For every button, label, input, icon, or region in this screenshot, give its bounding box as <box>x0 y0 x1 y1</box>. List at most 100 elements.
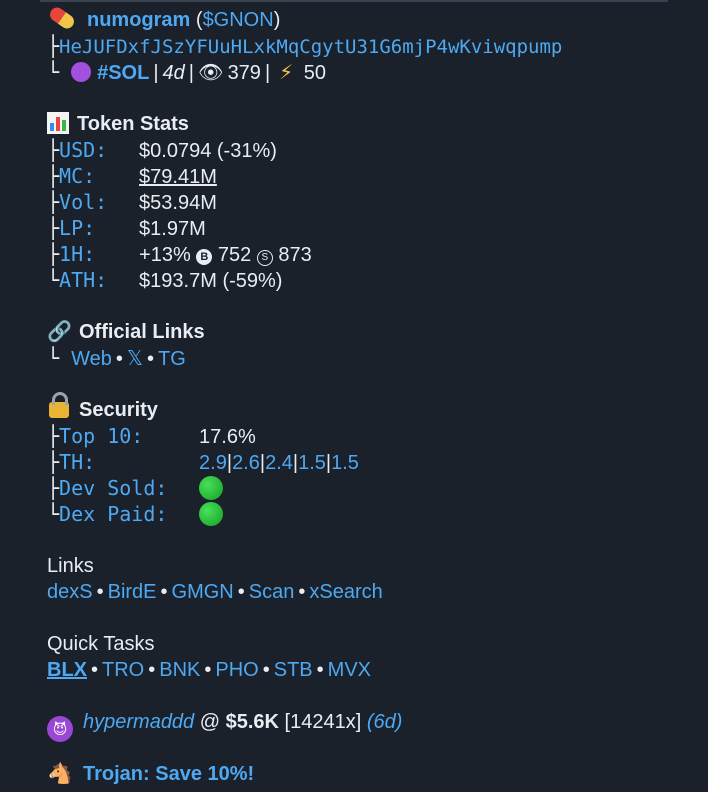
th-value[interactable]: 2.9 <box>199 452 227 474</box>
quick-tasks-heading: Quick Tasks <box>47 631 154 657</box>
message-card: numogram ($GNON) ├HeJUFDxfJSzYFUuHLxkMqC… <box>0 0 708 792</box>
tro-task-link[interactable]: TRO <box>102 659 144 681</box>
security-th-row: ├TH: 2.9|2.6|2.4|1.5|1.5 <box>47 449 359 475</box>
eye-icon: 👁 <box>198 62 224 84</box>
meta-row: └ #SOL | 4d | 👁 379 | ⚡ 50 <box>47 59 326 85</box>
address-row: ├HeJUFDxfJSzYFUuHLxkMqCgytU31G6mjP4wKviw… <box>47 33 562 59</box>
dot-separator: • <box>160 581 168 603</box>
top10-label[interactable]: Top 10: <box>59 423 199 449</box>
pill-icon <box>47 4 77 32</box>
caller-age[interactable]: (6d) <box>367 711 403 733</box>
tg-link[interactable]: TG <box>158 348 186 370</box>
chain-tag-link[interactable]: #SOL <box>97 62 149 84</box>
tree-end: └ <box>47 268 60 292</box>
caller-name-link[interactable]: hypermaddd <box>83 711 194 733</box>
web-link[interactable]: Web <box>71 348 112 370</box>
stat-row-lp: ├LP: $1.97M <box>47 215 206 241</box>
age-text: 4d <box>162 62 185 84</box>
stb-task-link[interactable]: STB <box>274 659 313 681</box>
stat-label[interactable]: ATH: <box>59 267 139 293</box>
mvx-task-link[interactable]: MVX <box>328 659 371 681</box>
caller-at: @ <box>194 711 226 733</box>
tree-branch: ├ <box>47 138 60 162</box>
dev-sold-label[interactable]: Dev Sold: <box>59 475 199 501</box>
stat-row-mc: ├MC: $79.41M <box>47 163 217 189</box>
pipe-separator: | <box>188 62 194 84</box>
th-value[interactable]: 1.5 <box>331 452 359 474</box>
stat-value: $53.94M <box>139 192 217 214</box>
tree-branch: ├ <box>47 450 60 474</box>
sells-count: 873 <box>278 244 312 266</box>
th-value[interactable]: 2.6 <box>232 452 260 474</box>
dot-separator: • <box>298 581 306 603</box>
gmgn-link[interactable]: GMGN <box>172 581 234 603</box>
section-title: Links <box>47 555 94 577</box>
dex-paid-label[interactable]: Dex Paid: <box>59 501 199 527</box>
stat-label[interactable]: LP: <box>59 215 139 241</box>
bolt-count: 50 <box>303 62 326 84</box>
token-name-link[interactable]: numogram <box>87 9 190 31</box>
views-count: 379 <box>227 62 261 84</box>
security-heading: Security <box>47 392 158 423</box>
dot-separator: • <box>316 659 324 681</box>
stat-row-vol: ├Vol: $53.94M <box>47 189 217 215</box>
quick-tasks-row: BLX • TRO • BNK • PHO • STB • MVX <box>47 657 371 683</box>
scan-link[interactable]: Scan <box>249 581 295 603</box>
stat-value[interactable]: $79.41M <box>139 166 217 188</box>
security-top10-row: ├Top 10: 17.6% <box>47 423 256 449</box>
ticker-open: ( <box>190 9 203 31</box>
caller-multiple: [14241x] <box>284 711 362 733</box>
tree-branch: ├ <box>47 190 60 214</box>
security-dev-sold-row: ├Dev Sold: <box>47 475 224 501</box>
x-link[interactable]: 𝕏 <box>127 348 143 370</box>
tree-end: └ <box>47 346 72 370</box>
tree-end: └ <box>47 60 72 84</box>
stat-row-usd: ├USD: $0.0794 (-31%) <box>47 137 277 163</box>
tree-branch: ├ <box>47 242 60 266</box>
stat-row-1h: ├1H: +13% B 752 S 873 <box>47 241 312 267</box>
stat-label[interactable]: USD: <box>59 137 139 163</box>
stat-label[interactable]: 1H: <box>59 241 139 267</box>
official-links-heading: 🔗 Official Links <box>47 319 205 345</box>
sells-icon: S <box>256 250 273 266</box>
stat-label[interactable]: MC: <box>59 163 139 189</box>
contract-address[interactable]: HeJUFDxfJSzYFUuHLxkMqCgytU31G6mjP4wKviwq… <box>59 36 562 58</box>
buys-count: 752 <box>217 244 252 266</box>
bar-chart-icon <box>47 112 69 134</box>
stat-value: $1.97M <box>139 218 206 240</box>
caller-row: 😈 hypermaddd @ $5.6K [14241x] (6d) <box>47 709 403 742</box>
ticker-link[interactable]: $GNON <box>203 9 274 31</box>
trojan-promo-link[interactable]: Trojan: Save 10%! <box>83 763 254 785</box>
xsearch-link[interactable]: xSearch <box>309 581 382 603</box>
top-divider <box>40 0 668 2</box>
pho-task-link[interactable]: PHO <box>215 659 258 681</box>
stat-value: +13% <box>139 244 191 266</box>
dot-separator: • <box>96 581 104 603</box>
dot-separator: • <box>115 348 123 370</box>
dot-separator: • <box>148 659 156 681</box>
th-value[interactable]: 2.4 <box>265 452 293 474</box>
section-title: Security <box>79 399 158 421</box>
green-circle-icon <box>199 502 224 526</box>
pipe-separator: | <box>264 62 271 84</box>
section-title: Token Stats <box>77 113 189 135</box>
th-value[interactable]: 1.5 <box>298 452 326 474</box>
pipe-separator: | <box>153 62 159 84</box>
th-label[interactable]: TH: <box>59 449 199 475</box>
bnk-task-link[interactable]: BNK <box>159 659 200 681</box>
dot-separator: • <box>147 348 155 370</box>
blx-task-link[interactable]: BLX <box>47 659 87 681</box>
caller-age-wrap: (6d) <box>367 711 403 733</box>
smiling-devil-icon: 😈 <box>47 716 73 742</box>
section-title: Official Links <box>79 321 205 343</box>
links-heading: Links <box>47 553 94 579</box>
stat-label[interactable]: Vol: <box>59 189 139 215</box>
tree-branch: ├ <box>47 34 60 58</box>
security-dex-paid-row: └Dex Paid: <box>47 501 224 527</box>
tree-branch: ├ <box>47 476 60 500</box>
stat-value: $193.7M <box>139 270 217 292</box>
top10-value: 17.6% <box>199 426 256 448</box>
dexscreener-link[interactable]: dexS <box>47 581 93 603</box>
horse-icon: 🐴 <box>47 763 73 785</box>
birdeye-link[interactable]: BirdE <box>108 581 157 603</box>
